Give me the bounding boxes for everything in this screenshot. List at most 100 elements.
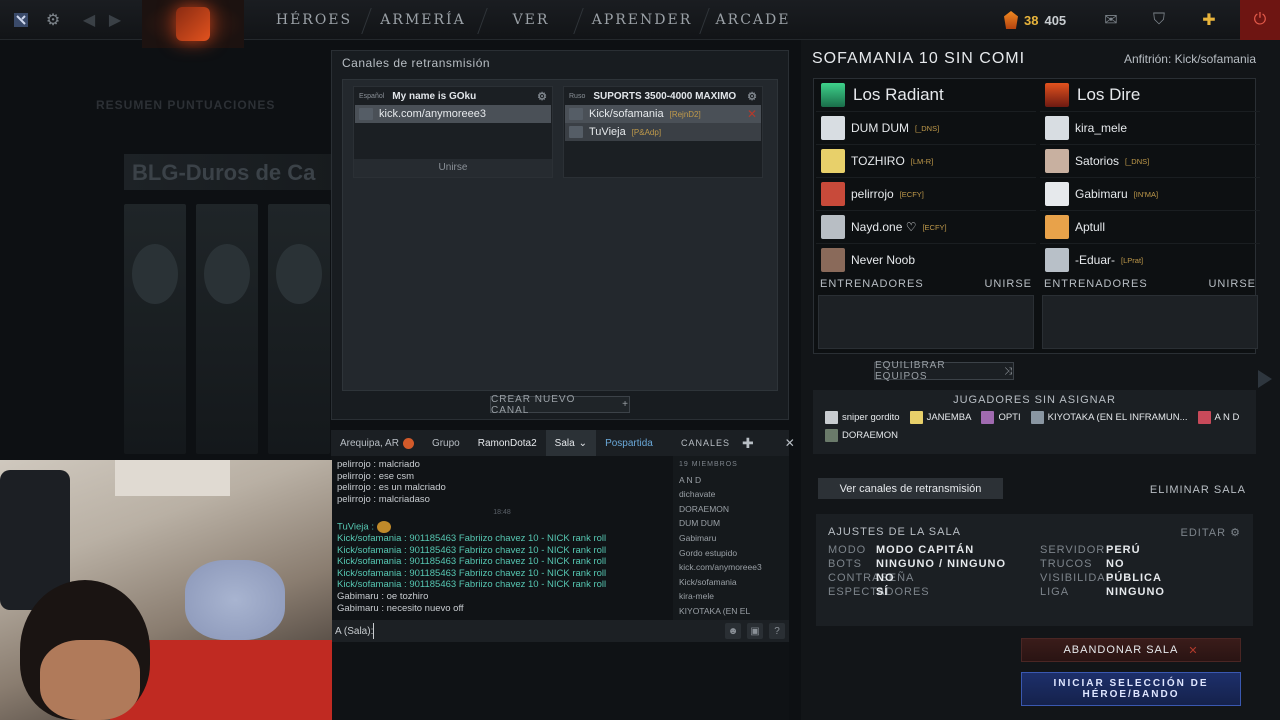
channel-member[interactable]: TuVieja [P&Adp] (565, 123, 761, 141)
avatar (569, 126, 583, 138)
list-item[interactable]: sniper gordito (825, 409, 900, 425)
nav-arcade[interactable]: ARCADE (716, 0, 790, 40)
coach-slot[interactable] (818, 295, 1034, 349)
nav-heroes[interactable]: HÉROES (272, 0, 356, 40)
player-slot[interactable]: pelirrojo [ECFY] (816, 177, 1036, 210)
channel-member[interactable]: kick.com/anymoreee3 (355, 105, 551, 123)
start-hero-selection-button[interactable]: INICIAR SELECCIÓN DE HÉROE/BANDO (1021, 672, 1241, 706)
list-item[interactable]: JANEMBA (909, 409, 971, 425)
list-item[interactable]: DORAEMON (825, 427, 898, 443)
chat-input[interactable] (373, 623, 673, 639)
close-icon[interactable]: ✕ (785, 436, 796, 450)
emote-icon (376, 520, 391, 533)
avatar (1045, 215, 1069, 239)
add-channel-icon[interactable]: ✚ (742, 435, 755, 452)
player-slot[interactable]: Never Noob (816, 243, 1036, 276)
player-slot[interactable]: Aptull (1040, 210, 1260, 243)
view-broadcast-channels-button[interactable]: Ver canales de retransmisión (818, 478, 1003, 499)
player-slot[interactable]: Satorios [_DNS] (1040, 144, 1260, 177)
unassigned-list: sniper gordito JANEMBA OPTI KIYOTAKA (EN… (813, 406, 1256, 446)
mail-icon[interactable]: ✉ (1092, 0, 1130, 40)
list-item[interactable]: KIYOTAKA (EN EL INFRAM (679, 604, 783, 620)
player-slot[interactable]: Nayd.one ♡ [ECFY] (816, 210, 1036, 243)
coach-slot[interactable] (1042, 295, 1258, 349)
join-channel-button[interactable]: Unirse (354, 159, 552, 177)
chat-message: Kick/sofamania : 901185463 Fabriizo chav… (337, 567, 607, 579)
player-slot[interactable]: kira_mele (1040, 111, 1260, 144)
gear-icon[interactable]: ⚙ (747, 90, 757, 103)
join-coach-button[interactable]: UNIRSE (1208, 278, 1256, 292)
chevron-right-icon[interactable] (1258, 370, 1272, 388)
dota-logo-button[interactable] (142, 0, 244, 48)
avatar (909, 410, 923, 424)
list-item[interactable]: OPTI (981, 409, 1021, 425)
tab-location[interactable]: Arequipa, AR (331, 430, 423, 456)
forward-arrow-icon[interactable]: ▶ (96, 0, 134, 40)
lobby-settings: AJUSTES DE LA SALA EDITAR ⚙ MODO MODO CAP… (816, 514, 1253, 626)
list-item[interactable]: Kick/sofamania (679, 575, 783, 590)
armory-banner-icon[interactable]: ⛉ (1140, 0, 1178, 40)
tab-postgame[interactable]: Pospartida (596, 430, 662, 456)
avatar (359, 108, 373, 120)
nav-watch[interactable]: VER (502, 0, 560, 40)
close-icon[interactable]: ✕ (747, 107, 757, 121)
list-item[interactable]: Gabimaru (679, 531, 783, 546)
background-title: BLG-Duros de Ca (124, 154, 334, 190)
media-icon[interactable]: ▣ (747, 623, 763, 639)
player-slot[interactable]: -Eduar- [LPrat] (1040, 243, 1260, 276)
list-item[interactable]: KIYOTAKA (EN EL INFRAMUN... (1030, 409, 1188, 425)
coaches-label: ENTRENADORES (820, 278, 924, 290)
channel-header: Español My name is GOku ⚙ (354, 87, 552, 105)
tab-ramondota2[interactable]: RamonDota2 (469, 430, 546, 456)
member-tag: [RejnD2] (669, 109, 701, 119)
channel-header: Ruso SUPORTS 3500-4000 MAXIMO ⚙ (564, 87, 762, 105)
list-item[interactable]: Gordo estupido (679, 546, 783, 561)
channels-label: CANALES (681, 438, 731, 448)
coaches-header: ENTRENADORES UNIRSE (1040, 278, 1260, 292)
hero-card (268, 204, 330, 454)
join-coach-button[interactable]: UNIRSE (984, 278, 1032, 292)
emoji-icon[interactable]: ☻ (725, 623, 741, 639)
background-hero-cards (124, 204, 334, 454)
list-item[interactable]: DORAEMON (679, 502, 783, 517)
avatar (1045, 248, 1069, 272)
edit-settings-button[interactable]: EDITAR ⚙ (1181, 526, 1241, 539)
nav-learn[interactable]: APRENDER (590, 0, 694, 40)
avatar (981, 410, 995, 424)
lobby-host: Anfitrión: Kick/sofamania (1123, 52, 1256, 66)
list-item[interactable]: DUM DUM (679, 516, 783, 531)
channel-member[interactable]: Kick/sofamania [RejnD2] ✕ (565, 105, 761, 123)
player-slot[interactable]: DUM DUM [_DNS] (816, 111, 1036, 144)
team-header[interactable]: Los Dire (1040, 79, 1260, 111)
gear-icon[interactable]: ⚙ (537, 90, 547, 103)
unassigned-players: JUGADORES SIN ASIGNAR sniper gordito JAN… (813, 390, 1256, 454)
power-icon[interactable]: ⏻ (1240, 0, 1280, 40)
shuffle-icon: ⤨ (1004, 365, 1013, 377)
currency-display[interactable]: 38 405 (1004, 0, 1066, 40)
dota-logo-icon (176, 7, 210, 41)
broadcast-channels-panel: Canales de retransmisión Español My name… (331, 50, 789, 420)
balance-teams-button[interactable]: EQUILIBRAR EQUIPOS ⤨ (874, 360, 1014, 382)
chevron-down-icon: ⌄ (578, 437, 588, 449)
player-slot[interactable]: TOZHIRO [LM-R] (816, 144, 1036, 177)
avatar (821, 116, 845, 140)
leave-lobby-button[interactable]: ABANDONAR SALA ✕ (1021, 638, 1241, 662)
nav-armory[interactable]: ARMERÍA (380, 0, 466, 40)
lobby-name: SOFAMANIA 10 SIN COMI (812, 50, 1026, 67)
list-item[interactable]: A N D (679, 473, 783, 488)
tab-lobby[interactable]: Sala ⌄ (545, 430, 597, 456)
avatar (1045, 182, 1069, 206)
settings-gear-icon[interactable]: ⚙ (34, 0, 72, 40)
player-slot[interactable]: Gabimaru [IN'MA] (1040, 177, 1260, 210)
list-item[interactable]: A N D (1197, 409, 1239, 425)
plus-icon[interactable]: ✚ (1190, 0, 1228, 40)
tab-group[interactable]: Grupo (423, 430, 469, 456)
team-header[interactable]: Los Radiant (816, 79, 1036, 111)
list-item[interactable]: kira-mele (679, 589, 783, 604)
help-icon[interactable]: ? (769, 623, 785, 639)
avatar (1045, 149, 1069, 173)
list-item[interactable]: kick.com/anymoreee3 (679, 560, 783, 575)
list-item[interactable]: dichavate (679, 487, 783, 502)
create-channel-button[interactable]: CREAR NUEVO CANAL + (490, 394, 630, 416)
delete-lobby-button[interactable]: ELIMINAR SALA (1150, 484, 1246, 496)
